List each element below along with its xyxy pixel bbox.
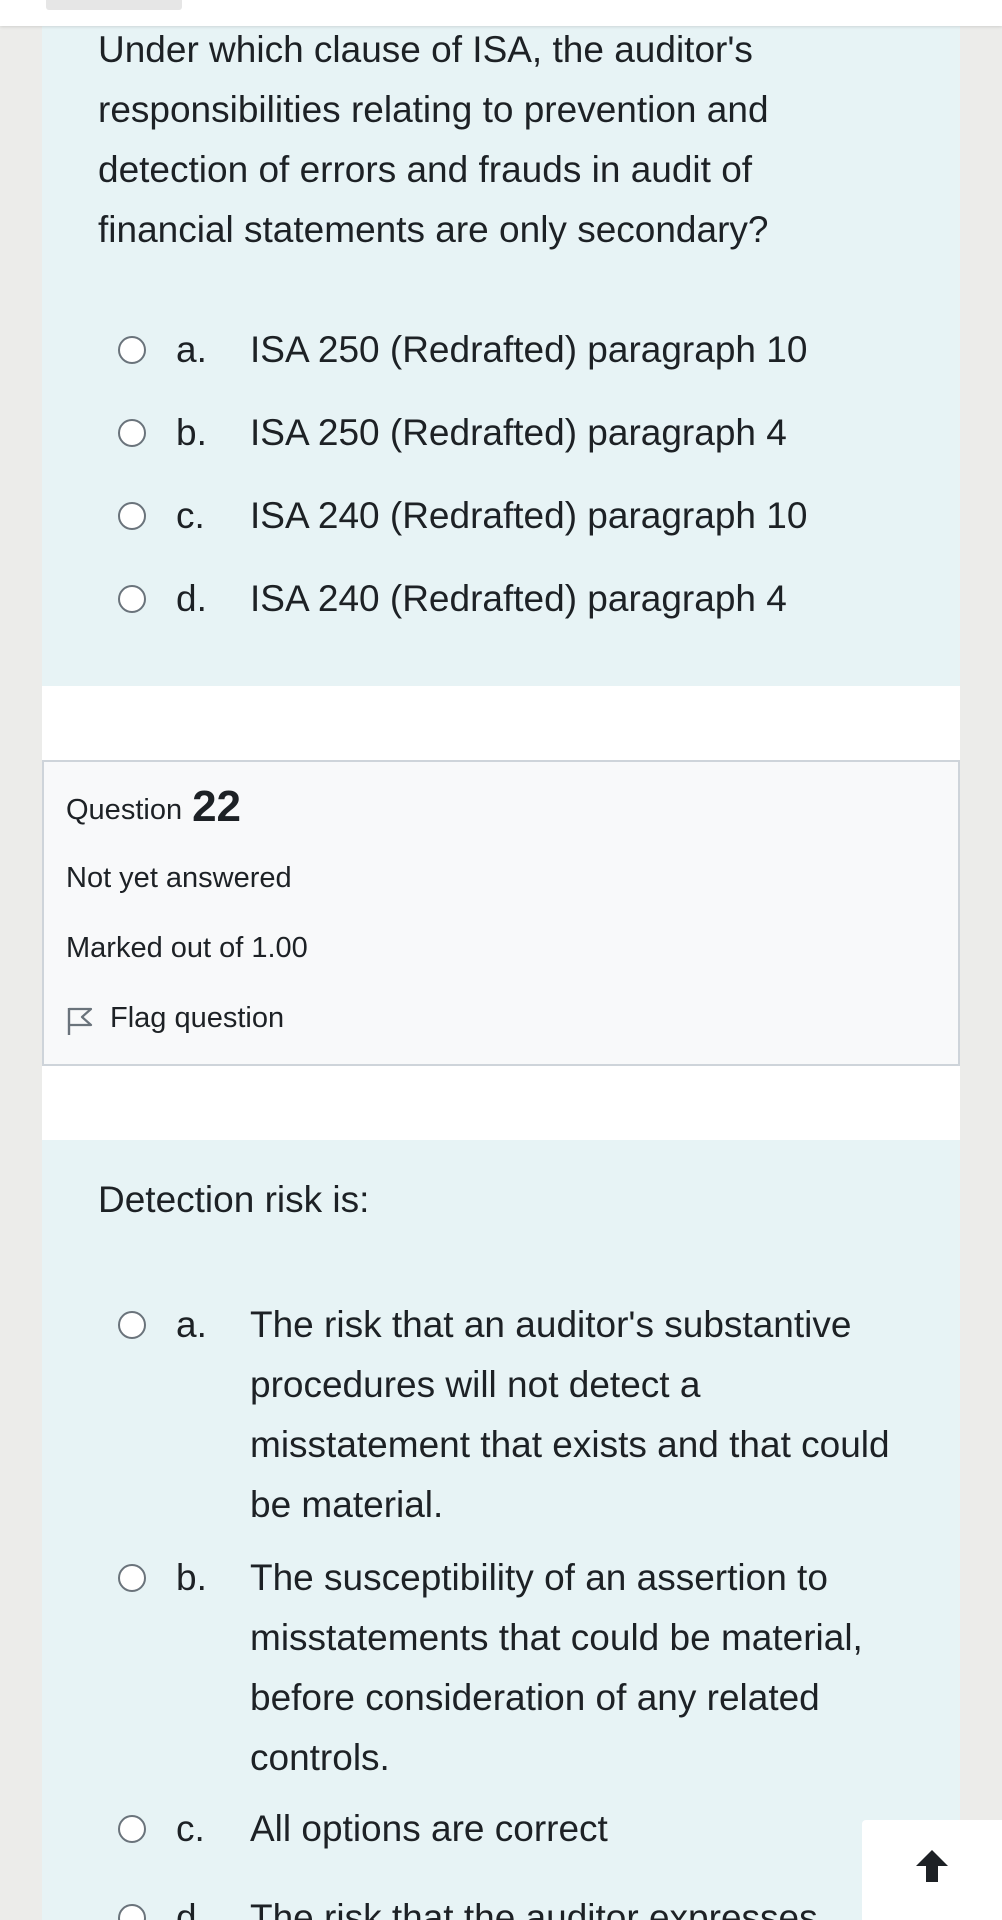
question-state: Not yet answered	[66, 862, 292, 894]
option-letter: d.	[176, 1897, 207, 1920]
question-21-formulation: Under which clause of ISA, the auditor's…	[42, 0, 960, 686]
radio-unchecked-icon[interactable]	[118, 1311, 146, 1339]
quiz-page: Under which clause of ISA, the auditor's…	[0, 0, 1002, 1920]
radio-unchecked-icon[interactable]	[118, 1564, 146, 1592]
flag-question-button[interactable]: Flag question	[66, 1002, 366, 1042]
radio-unchecked-icon[interactable]	[118, 419, 146, 447]
question-number: Question 22	[66, 780, 242, 831]
question-22-formulation: Detection risk is: a. The risk that an a…	[42, 1140, 960, 1920]
option-label: ISA 250 (Redrafted) paragraph 10	[250, 329, 808, 370]
question-22-info: Question 22 Not yet answered Marked out o…	[42, 760, 960, 1066]
arrow-up-icon	[916, 1850, 948, 1882]
option-label: ISA 240 (Redrafted) paragraph 10	[250, 495, 808, 536]
option-label: ISA 250 (Redrafted) paragraph 4	[250, 412, 787, 453]
question-21-text: Under which clause of ISA, the auditor's…	[98, 29, 769, 250]
radio-unchecked-icon[interactable]	[118, 1815, 146, 1843]
option-letter: b.	[176, 1557, 207, 1598]
option-label: The susceptibility of an assertion to mi…	[250, 1557, 863, 1778]
flag-question-label: Flag question	[110, 1002, 285, 1034]
radio-unchecked-icon[interactable]	[118, 502, 146, 530]
question-number-value: 22	[192, 782, 242, 831]
flag-outline-icon	[67, 1007, 93, 1035]
quiz-content: Under which clause of ISA, the auditor's…	[42, 0, 960, 1920]
option-label: All options are correct	[250, 1808, 608, 1849]
option-letter: a.	[176, 329, 207, 370]
top-bar-tab	[46, 0, 182, 10]
option-label: The risk that an auditor's substantive p…	[250, 1304, 890, 1525]
option-letter: c.	[176, 495, 205, 536]
option-label: The risk that the auditor expresses	[250, 1897, 818, 1920]
option-letter: a.	[176, 1304, 207, 1345]
back-to-top-button[interactable]	[862, 1820, 1002, 1920]
option-letter: d.	[176, 578, 207, 619]
question-grade: Marked out of 1.00	[66, 932, 308, 964]
top-bar	[0, 0, 1002, 26]
radio-unchecked-icon[interactable]	[118, 336, 146, 364]
radio-unchecked-icon[interactable]	[118, 585, 146, 613]
question-label: Question	[66, 794, 183, 826]
option-label: ISA 240 (Redrafted) paragraph 4	[250, 578, 787, 619]
question-22-text: Detection risk is:	[98, 1179, 370, 1220]
option-letter: b.	[176, 412, 207, 453]
option-letter: c.	[176, 1808, 205, 1849]
radio-unchecked-icon[interactable]	[118, 1904, 146, 1920]
